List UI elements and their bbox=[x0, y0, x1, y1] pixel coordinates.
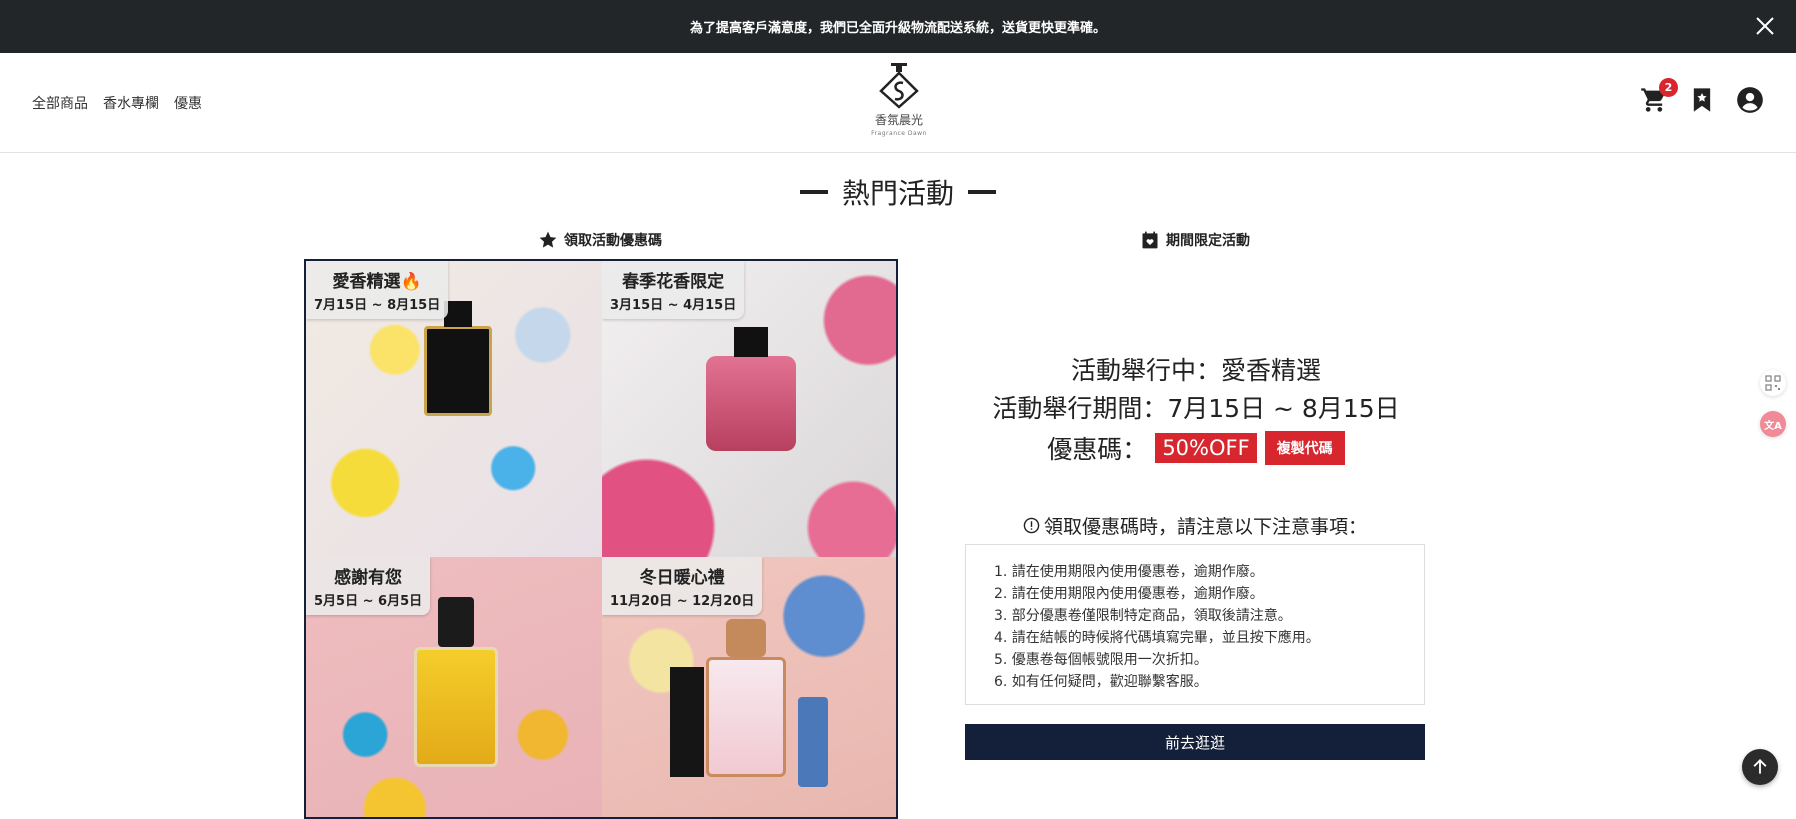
close-icon[interactable] bbox=[1754, 15, 1776, 37]
perfume-bottle-cap bbox=[734, 327, 768, 357]
header-actions: 2 bbox=[1640, 78, 1764, 114]
campaign-grid: 愛香精選🔥 7月15日 ~ 8月15日 春季花香限定 3月15日 ~ 4月15日… bbox=[304, 259, 898, 819]
perfume-bottle-image bbox=[706, 657, 786, 777]
notice-heading: 領取優惠碼時，請注意以下注意事項： bbox=[965, 512, 1425, 539]
bookmark-icon bbox=[1693, 88, 1711, 112]
nav-item-offers[interactable]: 優惠 bbox=[174, 93, 202, 113]
promo-period: 活動舉行期間：7月15日 ~ 8月15日 bbox=[992, 394, 1400, 423]
cart-button[interactable]: 2 bbox=[1640, 78, 1678, 114]
campaign-date: 7月15日 ~ 8月15日 bbox=[314, 298, 441, 313]
promo-code-row: 優惠碼： 50%OFF 複製代碼 bbox=[966, 430, 1426, 466]
star-icon bbox=[539, 231, 557, 248]
brand-logo[interactable]: 香氛晨光 Fragrance Dawn bbox=[860, 61, 938, 145]
notice-heading-text: 領取優惠碼時，請注意以下注意事項： bbox=[1043, 516, 1367, 538]
campaign-tile[interactable]: 冬日暖心禮 11月20日 ~ 12月20日 bbox=[602, 557, 896, 817]
flame-icon: 🔥 bbox=[400, 272, 422, 292]
section-title-text: 熱門活動 bbox=[841, 177, 954, 210]
campaign-tile[interactable]: 愛香精選🔥 7月15日 ~ 8月15日 bbox=[306, 261, 602, 557]
translate-icon: 文A bbox=[1764, 420, 1782, 432]
promo-panel: 活動舉行中：愛香精選 活動舉行期間：7月15日 ~ 8月15日 優惠碼： 50%… bbox=[966, 352, 1426, 466]
notice-item: 6. 如有任何疑問，歡迎聯繫客服。 bbox=[994, 674, 1208, 690]
campaign-label: 冬日暖心禮 11月20日 ~ 12月20日 bbox=[602, 557, 763, 615]
back-to-top-button[interactable] bbox=[1742, 749, 1778, 785]
perfume-bottle-cap bbox=[438, 597, 474, 647]
translate-button[interactable]: 文A bbox=[1760, 411, 1786, 437]
perfume-bottle-image bbox=[670, 667, 704, 777]
qr-code-icon bbox=[1765, 375, 1781, 391]
main-nav: 全部商品 香水專欄 優惠 bbox=[32, 93, 202, 113]
campaign-label: 春季花香限定 3月15日 ~ 4月15日 bbox=[602, 261, 745, 319]
copy-code-button[interactable]: 複製代碼 bbox=[1264, 431, 1345, 465]
logo-subtitle: Fragrance Dawn bbox=[871, 130, 927, 137]
perfume-bottle-cap bbox=[726, 619, 766, 657]
logo-name: 香氛晨光 bbox=[874, 113, 923, 127]
campaign-date: 3月15日 ~ 4月15日 bbox=[610, 298, 737, 313]
perfume-bottle-image bbox=[706, 356, 796, 451]
campaign-date: 5月5日 ~ 6月5日 bbox=[314, 594, 423, 609]
title-dash-right bbox=[968, 190, 996, 194]
campaign-name: 愛香精選🔥 bbox=[332, 272, 422, 292]
campaign-date: 11月20日 ~ 12月20日 bbox=[610, 594, 755, 609]
campaign-tile[interactable]: 春季花香限定 3月15日 ~ 4月15日 bbox=[602, 261, 896, 557]
promo-code-label: 優惠碼： bbox=[1047, 435, 1148, 464]
promo-current: 活動舉行中：愛香精選 bbox=[1070, 356, 1321, 385]
notice-list: 1. 請在使用期限內使用優惠卷，逾期作廢。 2. 請在使用期限內使用優惠卷，逾期… bbox=[994, 561, 1424, 693]
notice-box: 1. 請在使用期限內使用優惠卷，逾期作廢。 2. 請在使用期限內使用優惠卷，逾期… bbox=[965, 544, 1425, 705]
nav-item-perfume-column[interactable]: 香水專欄 bbox=[103, 93, 159, 113]
notice-item: 1. 請在使用期限內使用優惠卷，逾期作廢。 bbox=[994, 564, 1264, 580]
campaign-label: 愛香精選🔥 7月15日 ~ 8月15日 bbox=[306, 261, 449, 319]
go-shopping-button[interactable]: 前去逛逛 bbox=[965, 724, 1425, 760]
tab-limited-label: 期間限定活動 bbox=[1166, 233, 1250, 249]
campaign-tile[interactable]: 感謝有您 5月5日 ~ 6月5日 bbox=[306, 557, 602, 817]
notice-item: 2. 請在使用期限內使用優惠卷，逾期作廢。 bbox=[994, 586, 1264, 602]
qr-code-button[interactable] bbox=[1760, 370, 1786, 396]
cart-count-badge: 2 bbox=[1659, 78, 1678, 97]
notice-item: 3. 部分優惠卷僅限制特定商品，領取後請注意。 bbox=[994, 608, 1292, 624]
info-icon bbox=[1023, 517, 1040, 534]
tab-coupons-label: 領取活動優惠碼 bbox=[564, 233, 662, 249]
campaign-name: 冬日暖心禮 bbox=[639, 568, 725, 588]
calendar-heart-icon bbox=[1142, 231, 1158, 249]
perfume-bottle-cap bbox=[444, 301, 472, 327]
campaign-name: 感謝有您 bbox=[334, 568, 403, 588]
campaign-label: 感謝有您 5月5日 ~ 6月5日 bbox=[306, 557, 431, 615]
promo-code: 50%OFF bbox=[1155, 433, 1257, 463]
user-icon bbox=[1737, 87, 1763, 113]
bookmark-button[interactable] bbox=[1688, 86, 1716, 114]
account-button[interactable] bbox=[1736, 86, 1764, 114]
perfume-bottle-image bbox=[414, 647, 498, 767]
perfume-bottle-image bbox=[798, 697, 828, 787]
tab-coupons[interactable]: 領取活動優惠碼 bbox=[538, 230, 662, 250]
notice-item: 5. 優惠卷每個帳號限用一次折扣。 bbox=[994, 652, 1208, 668]
announcement-text: 為了提高客戶滿意度，我們已全面升級物流配送系統，送貨更快更準確。 bbox=[689, 21, 1106, 36]
campaign-name: 春季花香限定 bbox=[622, 272, 725, 292]
tab-limited[interactable]: 期間限定活動 bbox=[1140, 230, 1250, 250]
announcement-bar: 為了提高客戶滿意度，我們已全面升級物流配送系統，送貨更快更準確。 bbox=[0, 0, 1796, 53]
logo-mark-icon bbox=[879, 63, 919, 109]
section-title: 熱門活動 bbox=[0, 172, 1796, 212]
perfume-bottle-image bbox=[424, 326, 492, 416]
site-header: 全部商品 香水專欄 優惠 香氛晨光 Fragrance Dawn 2 bbox=[0, 53, 1796, 153]
title-dash-left bbox=[799, 190, 828, 194]
notice-item: 4. 請在結帳的時候將代碼填寫完畢，並且按下應用。 bbox=[994, 630, 1320, 646]
arrow-up-icon bbox=[1753, 759, 1767, 774]
nav-item-all-products[interactable]: 全部商品 bbox=[32, 93, 88, 113]
